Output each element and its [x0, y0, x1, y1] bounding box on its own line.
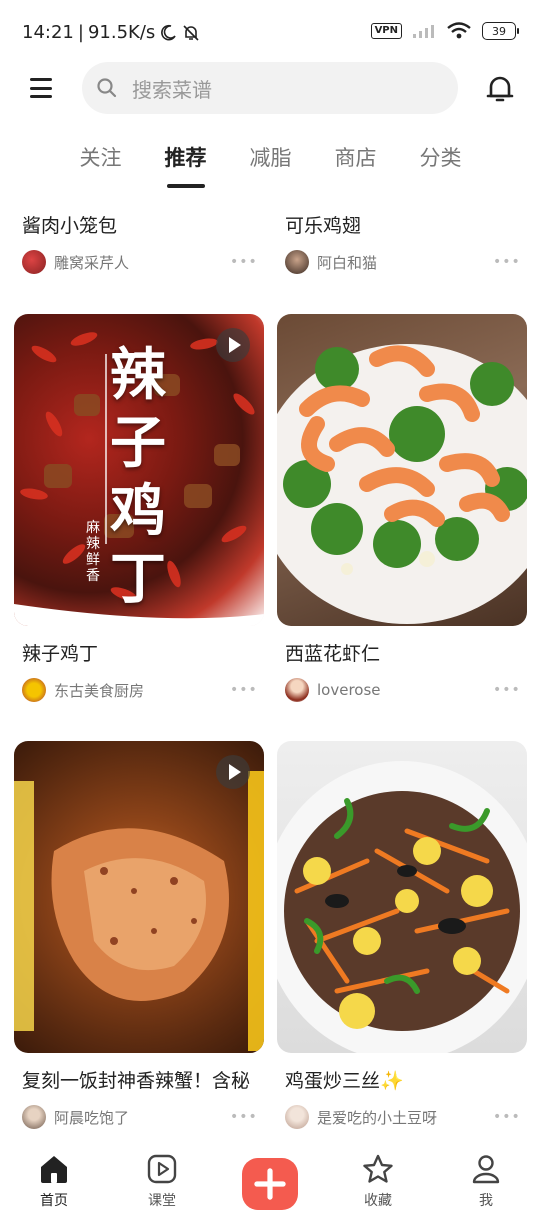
avatar[interactable] [285, 678, 309, 702]
author-name[interactable]: 阿白和猫 [317, 252, 493, 273]
recipe-cover[interactable] [14, 741, 264, 1053]
avatar[interactable] [285, 250, 309, 274]
more-icon[interactable]: ••• [493, 254, 520, 270]
signal-icon [413, 25, 434, 38]
author-name[interactable]: loverose [317, 681, 493, 699]
recipe-meta: loverose ••• [277, 676, 527, 704]
recipe-meta: 阿晨吃饱了 ••• [14, 1103, 264, 1131]
recipe-title: 酱肉小笼包 [22, 215, 118, 237]
recipe-meta: 雕窝采芹人 ••• [14, 248, 264, 276]
bell-icon[interactable] [486, 74, 514, 104]
play-icon [216, 328, 250, 362]
nav-me-label: 我 [479, 1193, 493, 1209]
nav-classroom[interactable]: 课堂 [108, 1142, 216, 1230]
moon-icon [161, 24, 176, 40]
plus-icon [254, 1168, 286, 1200]
recipe-meta: 阿白和猫 ••• [277, 248, 527, 276]
nav-favorites[interactable]: 收藏 [324, 1142, 432, 1230]
status-separator: | [77, 22, 84, 43]
play-icon [216, 755, 250, 789]
search-icon [97, 78, 117, 98]
recipe-meta: 是爱吃的小土豆呀 ••• [277, 1103, 527, 1131]
status-bar: 14:21 | 91.5K/s VPN 39 [0, 0, 540, 62]
home-icon [41, 1156, 67, 1183]
egg-stirfry-image [277, 761, 527, 1053]
recipe-title: 鸡蛋炒三丝✨ [285, 1070, 404, 1092]
recipe-cover[interactable] [277, 741, 527, 1053]
nav-home[interactable]: 首页 [0, 1142, 108, 1230]
menu-icon[interactable] [30, 78, 52, 98]
tab-recommend[interactable]: 推荐 [143, 140, 228, 190]
recipe-card[interactable]: 可乐鸡翅 阿白和猫 ••• [277, 198, 527, 276]
tab-follow[interactable]: 关注 [58, 140, 143, 190]
cover-subtitle-text: 麻辣鲜香 [86, 520, 100, 584]
recipe-cover[interactable] [277, 314, 527, 626]
nav-classroom-label: 课堂 [148, 1193, 176, 1209]
battery-indicator: 39 [482, 22, 519, 40]
recipe-title: 复刻一饭封神香辣蟹！含秘 [22, 1070, 251, 1092]
avatar[interactable] [22, 678, 46, 702]
recipe-meta: 东古美食厨房 ••• [14, 676, 264, 704]
tab-store[interactable]: 商店 [313, 140, 398, 190]
cover-title-text: 辣子鸡丁 [110, 343, 166, 612]
recipe-cover[interactable]: 辣子鸡丁 麻辣鲜香 [14, 314, 264, 626]
recipe-title: 辣子鸡丁 [22, 643, 99, 665]
search-input[interactable]: 搜索菜谱 [82, 62, 458, 114]
search-placeholder: 搜索菜谱 [132, 77, 212, 102]
author-name[interactable]: 雕窝采芹人 [54, 252, 230, 273]
star-icon [363, 1154, 393, 1183]
recipe-card[interactable]: 西蓝花虾仁 loverose ••• [277, 314, 527, 704]
wifi-icon [447, 22, 471, 39]
more-icon[interactable]: ••• [230, 1109, 257, 1125]
nav-home-label: 首页 [40, 1193, 68, 1209]
status-time: 14:21 [22, 22, 74, 43]
author-name[interactable]: 是爱吃的小土豆呀 [317, 1107, 493, 1128]
recipe-title: 西蓝花虾仁 [285, 643, 381, 665]
network-speed: 91.5K/s [87, 22, 156, 43]
bottom-navigation: 首页 课堂 收藏 我 [0, 1142, 540, 1230]
add-recipe-button[interactable] [242, 1158, 298, 1210]
tab-category[interactable]: 分类 [398, 140, 483, 190]
status-right: VPN 39 [370, 22, 519, 40]
avatar[interactable] [285, 1105, 309, 1129]
nav-favorites-label: 收藏 [364, 1193, 392, 1209]
nav-add[interactable] [216, 1142, 324, 1230]
recipe-card[interactable]: 鸡蛋炒三丝✨ 是爱吃的小土豆呀 ••• [277, 741, 527, 1131]
person-icon [472, 1155, 500, 1184]
author-name[interactable]: 阿晨吃饱了 [54, 1107, 230, 1128]
status-left: 14:21 | 91.5K/s [22, 22, 201, 43]
more-icon[interactable]: ••• [493, 1109, 520, 1125]
play-square-icon [147, 1154, 177, 1184]
author-name[interactable]: 东古美食厨房 [54, 680, 230, 701]
more-icon[interactable]: ••• [230, 254, 257, 270]
tab-fat-loss[interactable]: 减脂 [228, 140, 313, 190]
vpn-badge: VPN [370, 23, 402, 39]
nav-me[interactable]: 我 [432, 1142, 540, 1230]
recipe-card[interactable]: 酱肉小笼包 雕窝采芹人 ••• [14, 198, 264, 276]
header: 搜索菜谱 [0, 62, 540, 116]
avatar[interactable] [22, 1105, 46, 1129]
more-icon[interactable]: ••• [230, 682, 257, 698]
avatar[interactable] [22, 250, 46, 274]
category-tabs: 关注 推荐 减脂 商店 分类 [58, 140, 488, 190]
recipe-card[interactable]: 辣子鸡丁 麻辣鲜香 辣子鸡丁 东古美食厨房 ••• [14, 314, 264, 704]
more-icon[interactable]: ••• [493, 682, 520, 698]
mute-bell-icon [183, 24, 199, 41]
shrimp-broccoli-image [277, 344, 527, 624]
recipe-card[interactable]: 复刻一饭封神香辣蟹！含秘 阿晨吃饱了 ••• [14, 741, 264, 1131]
recipe-title: 可乐鸡翅 [285, 215, 362, 237]
